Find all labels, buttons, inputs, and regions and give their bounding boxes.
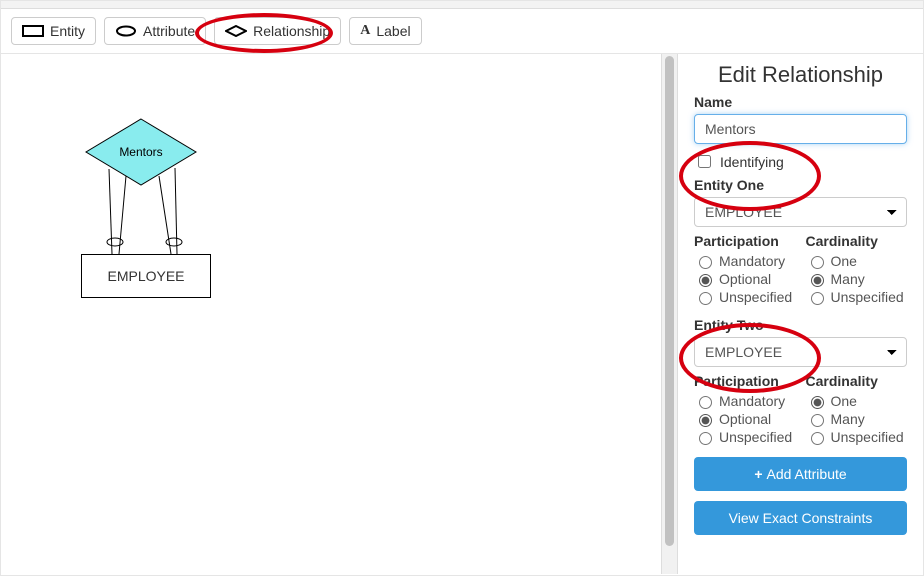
entity-node-label: EMPLOYEE [107, 268, 184, 284]
e1-part-optional-radio[interactable] [699, 274, 712, 287]
add-attribute-button[interactable]: +Add Attribute [694, 457, 907, 491]
attribute-tool-button[interactable]: Attribute [104, 17, 206, 45]
entity-one-label: Entity One [694, 177, 907, 193]
e1-part-unspecified-radio[interactable] [699, 292, 712, 305]
label-tool-button[interactable]: A Label [349, 17, 421, 45]
canvas[interactable]: Mentors EMPLOYEE [1, 54, 661, 574]
participation-header-2: Participation [694, 373, 796, 389]
relationship-tool-label: Relationship [253, 23, 330, 39]
plus-icon: + [754, 466, 762, 482]
e2-part-optional-radio[interactable] [699, 414, 712, 427]
attribute-tool-label: Attribute [143, 23, 195, 39]
entity-icon [22, 25, 44, 37]
e1-card-unspecified-radio[interactable] [811, 292, 824, 305]
entity-one-select[interactable]: EMPLOYEE [694, 197, 907, 227]
scrollbar-thumb[interactable] [665, 56, 674, 546]
entity-tool-button[interactable]: Entity [11, 17, 96, 45]
identifying-label: Identifying [720, 154, 784, 170]
canvas-scrollbar[interactable] [661, 54, 677, 574]
label-icon: A [360, 23, 370, 39]
e2-card-many-radio[interactable] [811, 414, 824, 427]
panel-title: Edit Relationship [694, 62, 907, 88]
name-input[interactable] [694, 114, 907, 144]
relationship-node-label: Mentors [119, 145, 162, 159]
toolbar: Entity Attribute Relationship A Label [1, 9, 923, 54]
e2-part-mandatory-radio[interactable] [699, 396, 712, 409]
properties-panel: Edit Relationship Name Identifying Entit… [677, 54, 923, 574]
entity-two-select[interactable]: EMPLOYEE [694, 337, 907, 367]
view-constraints-button[interactable]: View Exact Constraints [694, 501, 907, 535]
e1-part-mandatory-radio[interactable] [699, 256, 712, 269]
relationship-icon [225, 25, 247, 37]
e2-card-one-radio[interactable] [811, 396, 824, 409]
e1-card-many-radio[interactable] [811, 274, 824, 287]
entity-node[interactable]: EMPLOYEE [81, 254, 211, 298]
relationship-tool-button[interactable]: Relationship [214, 17, 341, 45]
entity-two-label: Entity Two [694, 317, 907, 333]
e2-part-unspecified-radio[interactable] [699, 432, 712, 445]
name-label: Name [694, 94, 907, 110]
e1-card-one-radio[interactable] [811, 256, 824, 269]
window-titlebar [1, 1, 923, 9]
cardinality-header-2: Cardinality [806, 373, 908, 389]
cardinality-header-1: Cardinality [806, 233, 908, 249]
identifying-checkbox[interactable] [698, 155, 711, 168]
entity-tool-label: Entity [50, 23, 85, 39]
e2-card-unspecified-radio[interactable] [811, 432, 824, 445]
participation-header-1: Participation [694, 233, 796, 249]
attribute-icon [115, 25, 137, 37]
label-tool-label: Label [376, 23, 410, 39]
